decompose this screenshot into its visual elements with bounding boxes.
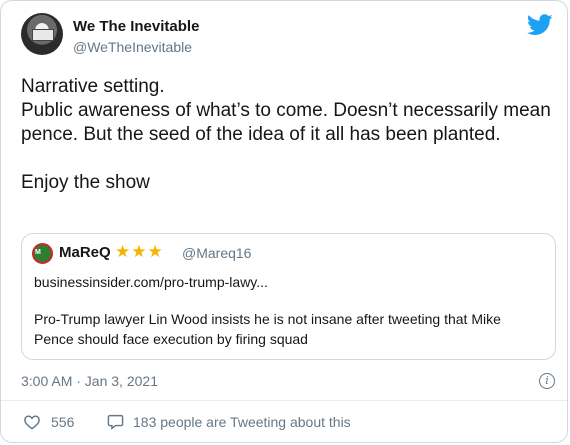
tweet-card[interactable]: We The Inevitable @WeTheInevitable Narra… xyxy=(0,0,568,443)
author-avatar[interactable] xyxy=(21,13,63,55)
quoted-body: Pro-Trump lawyer Lin Wood insists he is … xyxy=(34,311,501,347)
quoted-tweet[interactable]: M MaReQ ★★★ @Mareq16 businessinsider.com… xyxy=(21,233,556,360)
talking-count[interactable]: 183 people are Tweeting about this xyxy=(133,414,351,430)
quoted-author-name: MaReQ xyxy=(59,244,111,261)
author-handle[interactable]: @WeTheInevitable xyxy=(73,39,192,55)
info-icon[interactable]: i xyxy=(539,373,555,389)
tweet-line: Narrative setting. xyxy=(21,76,165,97)
star-icon: ★★★ xyxy=(115,242,164,261)
speech-bubble-icon[interactable] xyxy=(107,414,124,430)
quoted-link[interactable]: businessinsider.com/pro-trump-lawy... xyxy=(34,274,268,290)
twitter-bird-icon[interactable] xyxy=(527,14,553,36)
quoted-avatar-text: M xyxy=(35,249,41,256)
quoted-avatar: M xyxy=(32,243,53,264)
like-count[interactable]: 556 xyxy=(51,414,74,430)
author-name[interactable]: We The Inevitable xyxy=(73,18,199,35)
heart-icon[interactable] xyxy=(23,414,41,430)
tweet-text: Narrative setting. Public awareness of w… xyxy=(21,75,561,195)
tweet-line: Public awareness of what’s to come. Does… xyxy=(21,100,551,145)
divider xyxy=(1,400,567,401)
tweet-line: Enjoy the show xyxy=(21,172,150,193)
tweet-timestamp[interactable]: 3:00 AM · Jan 3, 2021 xyxy=(21,373,158,389)
quoted-author-handle: @Mareq16 xyxy=(182,245,252,261)
